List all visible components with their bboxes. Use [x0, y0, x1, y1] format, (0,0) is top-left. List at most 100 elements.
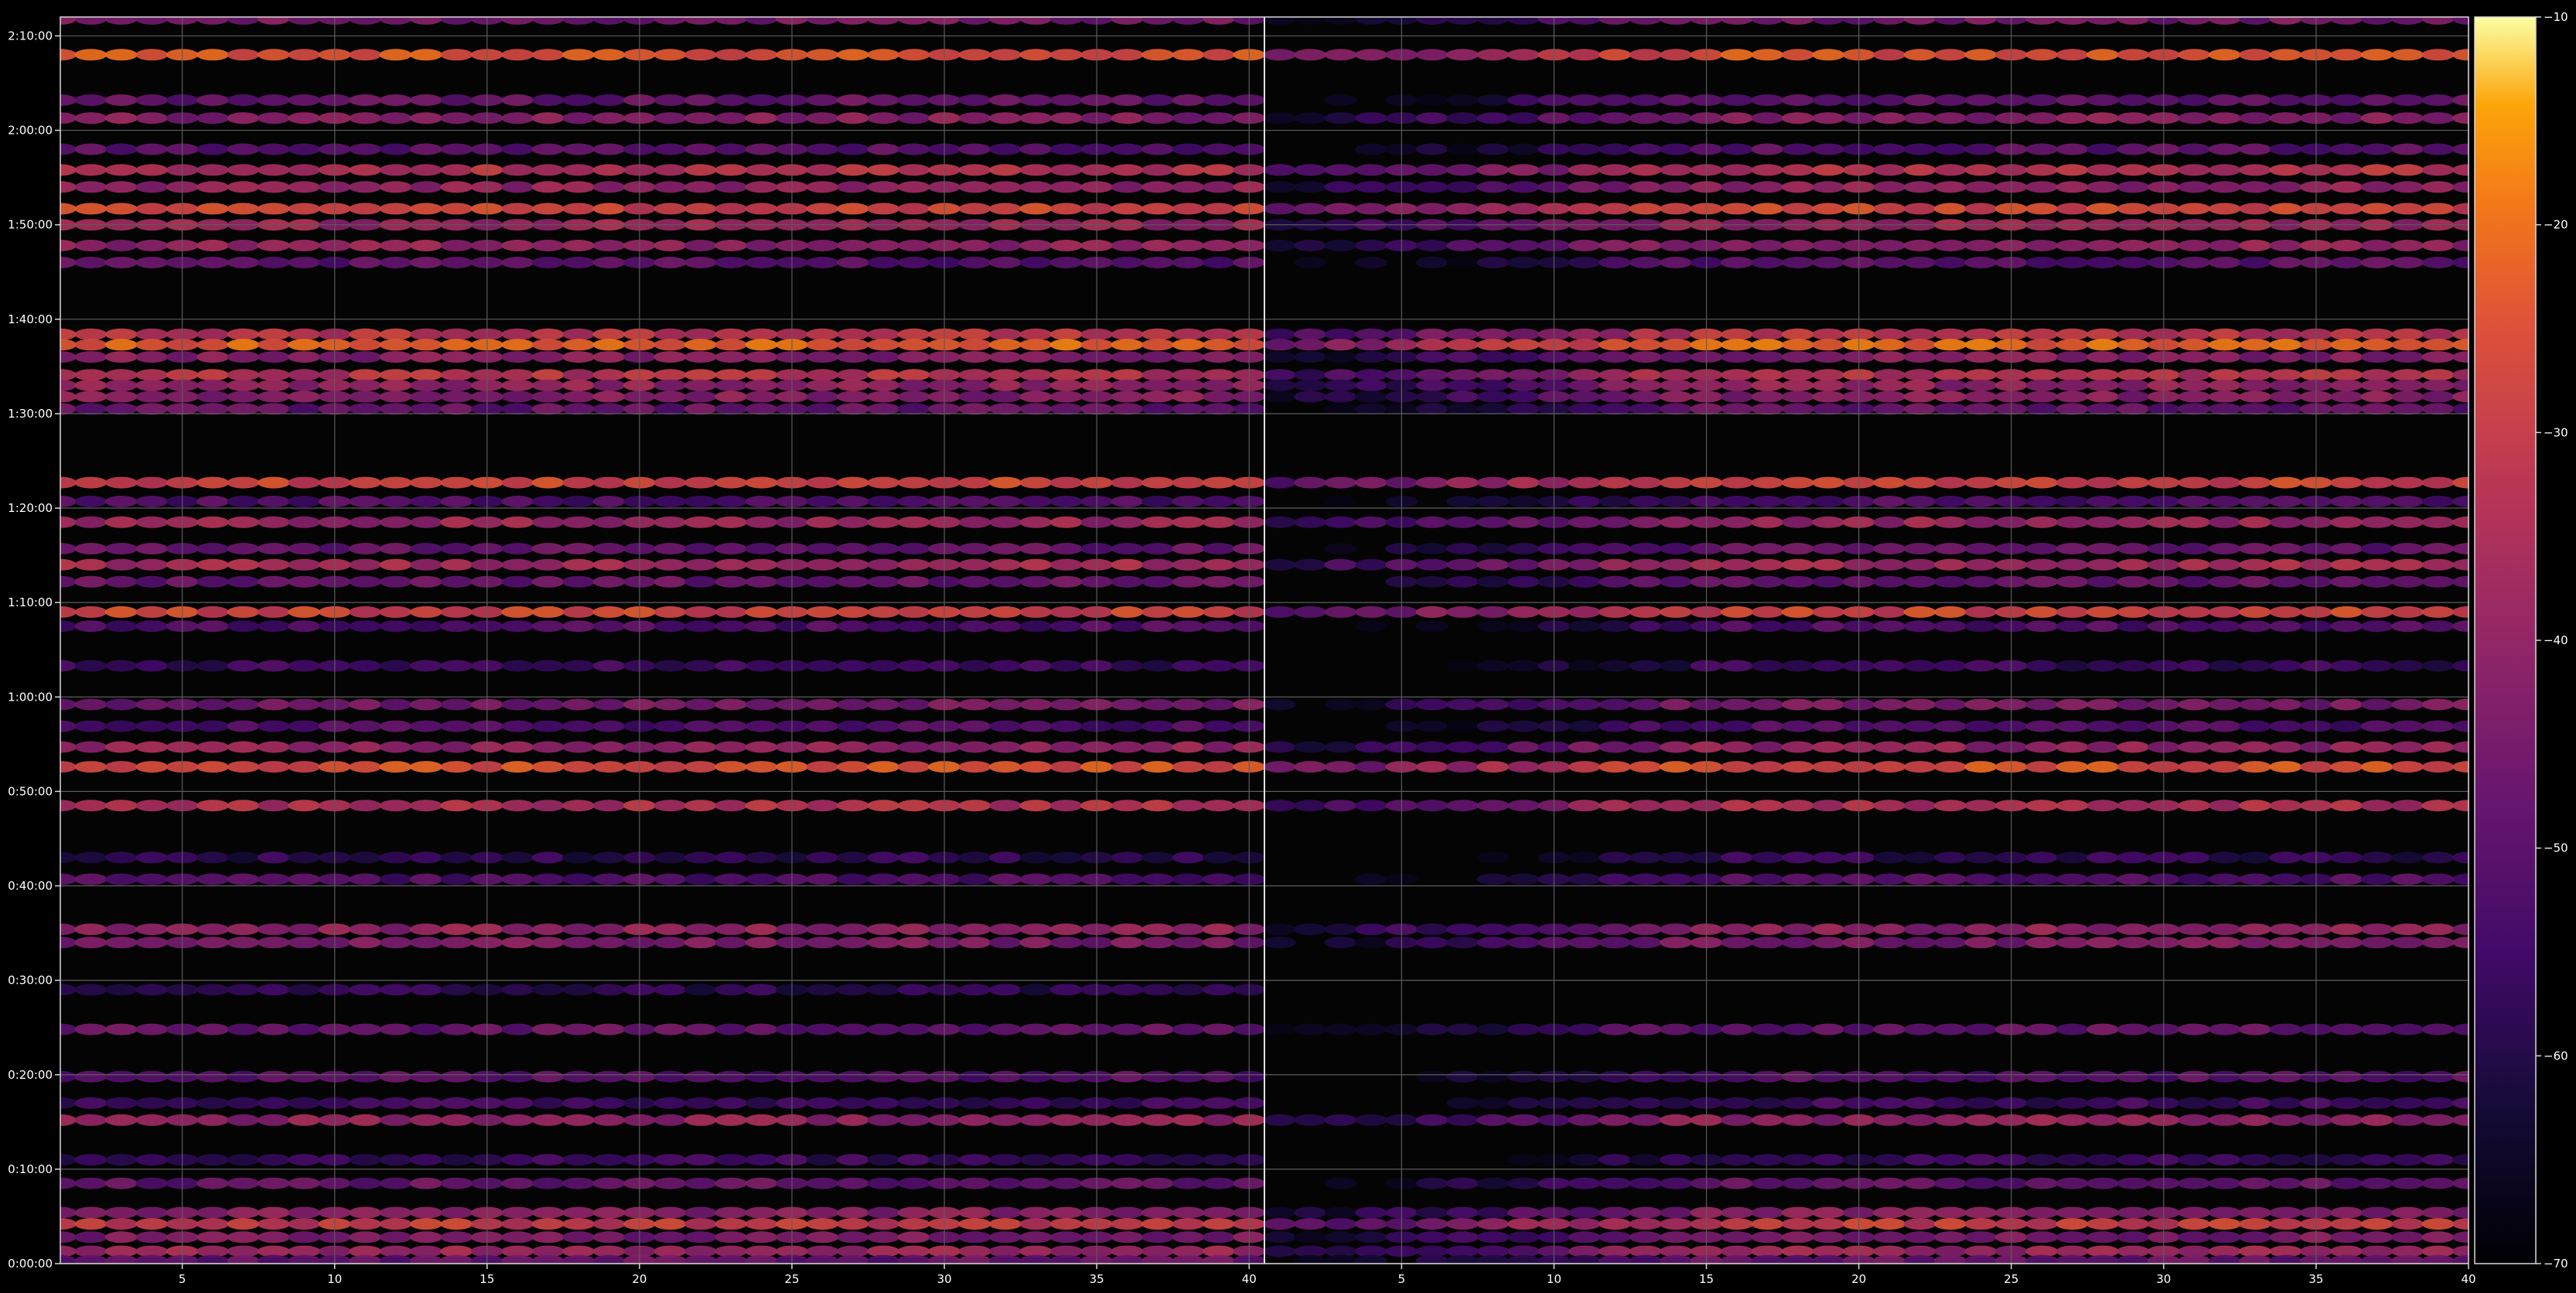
heatmap-cell — [531, 240, 565, 251]
heatmap-cell — [2360, 351, 2393, 363]
heatmap-cell — [592, 112, 626, 125]
heatmap-cell — [1598, 339, 1632, 351]
heatmap-cell — [501, 1023, 534, 1035]
heatmap-cell — [1933, 558, 1967, 571]
heatmap-cell — [1903, 1254, 1936, 1264]
heatmap-cell — [2086, 112, 2119, 125]
heatmap-cell — [1507, 17, 1540, 25]
heatmap-cell — [897, 516, 930, 528]
heatmap-cell — [74, 660, 107, 672]
heatmap-cell — [684, 516, 717, 528]
heatmap-cell — [745, 543, 778, 554]
heatmap-cell — [1355, 181, 1387, 193]
heatmap-cell — [836, 720, 869, 732]
heatmap-cell — [1933, 1231, 1967, 1244]
heatmap-cell — [1476, 936, 1510, 949]
heatmap-cell — [592, 240, 626, 251]
heatmap-cell — [2178, 720, 2211, 732]
heatmap-cell — [1660, 558, 1693, 571]
heatmap-cell — [1903, 936, 1936, 949]
heatmap-cell — [1324, 1206, 1357, 1219]
heatmap-cell — [653, 761, 687, 773]
heatmap-cell — [1049, 403, 1083, 415]
heatmap-cell — [897, 391, 930, 403]
heatmap-cell — [562, 873, 595, 885]
heatmap-cell — [1263, 181, 1296, 193]
heatmap-cell — [2330, 339, 2363, 351]
heatmap-cell — [1111, 1070, 1144, 1083]
heatmap-cell — [1294, 351, 1327, 363]
heatmap-cell — [2239, 257, 2272, 268]
heatmap-cell — [958, 328, 991, 340]
heatmap-cell — [440, 660, 473, 672]
heatmap-cell — [531, 391, 565, 403]
heatmap-cell — [410, 257, 442, 268]
heatmap-cell — [1721, 1097, 1753, 1109]
heatmap-cell — [562, 164, 595, 176]
heatmap-cell — [653, 698, 687, 711]
heatmap-cell — [1019, 94, 1053, 106]
heatmap-cell — [958, 851, 991, 864]
heatmap-cell — [2208, 257, 2241, 268]
heatmap-cell — [2360, 339, 2393, 351]
x-tick-label: 15 — [479, 1272, 494, 1286]
heatmap-cell — [1141, 698, 1174, 711]
heatmap-cell — [531, 143, 565, 155]
heatmap-cell — [867, 800, 900, 812]
heatmap-cell — [1202, 181, 1235, 193]
heatmap-cell — [531, 1070, 565, 1083]
heatmap-cell — [1660, 328, 1693, 340]
heatmap-cell — [2056, 1206, 2089, 1219]
heatmap-cell — [2208, 403, 2241, 415]
heatmap-cell — [288, 203, 321, 215]
heatmap-cell — [1568, 17, 1601, 25]
heatmap-cell — [2269, 351, 2302, 363]
heatmap-cell — [2391, 143, 2424, 155]
heatmap-cell — [1933, 203, 1967, 215]
heatmap-cell — [1629, 1254, 1662, 1264]
heatmap-cell — [1141, 476, 1174, 489]
heatmap-cell — [1660, 143, 1693, 155]
heatmap-cell — [988, 984, 1022, 996]
heatmap-cell — [410, 1218, 442, 1230]
colorbar-gradient — [2475, 17, 2536, 1264]
heatmap-cell — [1781, 339, 1814, 351]
heatmap-cell — [349, 543, 382, 554]
heatmap-cell — [2391, 1206, 2424, 1219]
heatmap-cell — [531, 558, 565, 571]
heatmap-cell — [1933, 1177, 1967, 1189]
heatmap-cell — [2269, 558, 2302, 571]
heatmap-cell — [1355, 476, 1387, 489]
heatmap-cell — [1446, 761, 1479, 773]
heatmap-cell — [1873, 851, 1906, 864]
heatmap-cell — [196, 328, 230, 340]
heatmap-cell — [1721, 1206, 1753, 1219]
heatmap-cell — [1933, 660, 1967, 672]
y-tick-label: 1:10:00 — [8, 595, 53, 609]
heatmap-cell — [684, 984, 717, 996]
heatmap-cell — [2208, 369, 2241, 381]
heatmap-cell — [531, 660, 565, 672]
heatmap-cell — [1324, 203, 1357, 215]
heatmap-cell — [867, 1114, 900, 1126]
heatmap-cell — [897, 164, 930, 176]
heatmap-cell — [196, 49, 230, 61]
heatmap-cell — [1111, 1206, 1144, 1219]
heatmap-cell — [1049, 257, 1083, 268]
heatmap-cell — [440, 476, 473, 489]
heatmap-cell — [1812, 1114, 1845, 1126]
heatmap-cell — [1415, 391, 1448, 403]
heatmap-cell — [715, 1231, 748, 1244]
heatmap-cell — [562, 1254, 595, 1264]
heatmap-cell — [1629, 873, 1662, 885]
heatmap-cell — [2117, 403, 2150, 415]
heatmap-cell — [684, 698, 717, 711]
heatmap-cell — [196, 17, 230, 25]
heatmap-cell — [2421, 257, 2455, 268]
heatmap-cell — [1598, 558, 1632, 571]
heatmap-cell — [349, 1206, 382, 1219]
heatmap-cell — [745, 851, 778, 864]
heatmap-cell — [2360, 143, 2393, 155]
heatmap-cell — [958, 516, 991, 528]
heatmap-cell — [501, 112, 534, 125]
